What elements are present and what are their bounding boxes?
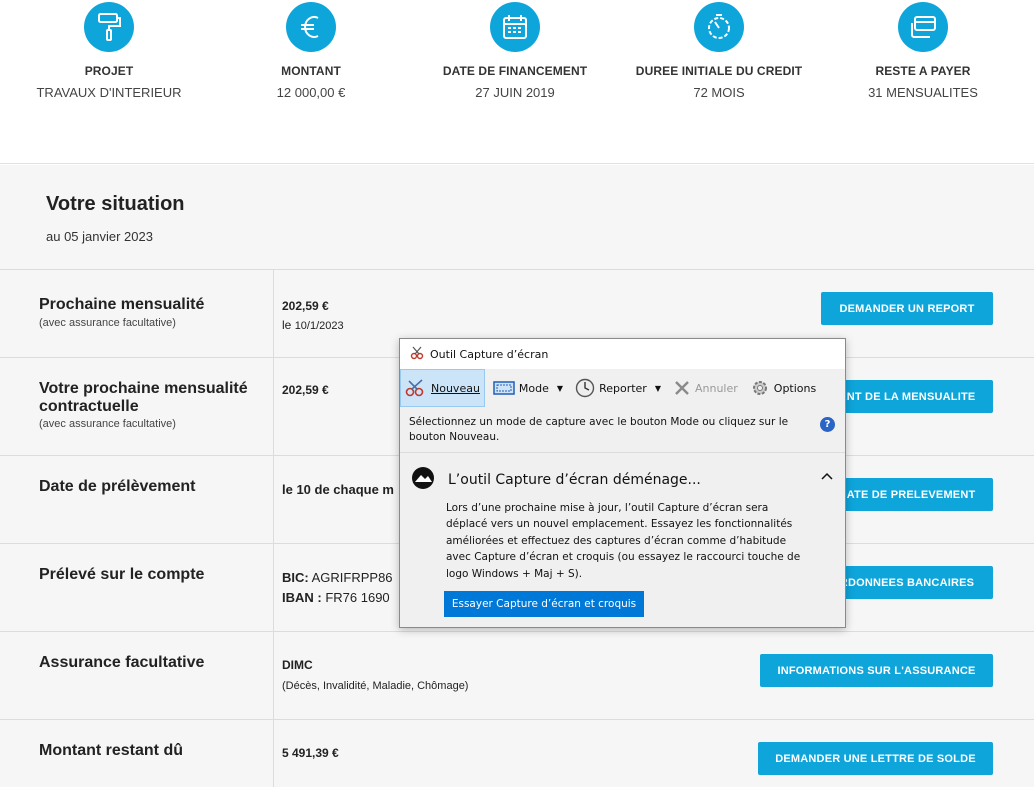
calendar-icon [490, 2, 540, 52]
window-title: Outil Capture d’écran [430, 347, 549, 361]
snip-sketch-icon [410, 465, 436, 495]
row-title: Prochaine mensualité [39, 296, 205, 313]
snipping-tool-window[interactable]: Outil Capture d’écran Nouveau Mode ▼ Rep… [399, 338, 846, 628]
new-snip-button[interactable]: Nouveau [400, 369, 485, 407]
snip-toolbar: Nouveau Mode ▼ Reporter ▼ Annuler Option… [400, 369, 845, 407]
summary-value: 72 MOIS [693, 85, 745, 100]
rectangle-mode-icon [493, 380, 515, 396]
close-icon [673, 379, 691, 397]
mode-dropdown[interactable]: Mode ▼ [489, 369, 567, 407]
summary-project: PROJET TRAVAUX D'INTERIEUR [4, 0, 214, 100]
date-prefix: le [282, 318, 292, 332]
insurance-detail: (Décès, Invalidité, Maladie, Chômage) [282, 680, 469, 692]
clock-icon [575, 378, 595, 398]
row-title: Montant restant dû [39, 742, 183, 759]
debit-date-value: le 10 de chaque m [282, 482, 394, 497]
loan-summary: PROJET TRAVAUX D'INTERIEUR MONTANT 12 00… [0, 0, 1034, 164]
request-balance-letter-button[interactable]: DEMANDER UNE LETTRE DE SOLDE [758, 742, 993, 775]
summary-amount: MONTANT 12 000,00 € [206, 0, 416, 100]
summary-label: RESTE A PAYER [875, 64, 971, 78]
scissors-icon [405, 378, 427, 398]
cards-icon [898, 2, 948, 52]
bic-label: BIC: [282, 570, 309, 585]
delay-dropdown[interactable]: Reporter ▼ [571, 369, 665, 407]
summary-value: 27 JUIN 2019 [475, 85, 555, 100]
moving-notice-title: L’outil Capture d’écran déménage... [448, 472, 701, 488]
options-label: Options [773, 381, 817, 395]
next-payment-amount: 202,59 € [282, 299, 329, 313]
row-title: Assurance facultative [39, 654, 205, 671]
moving-notice-header: L’outil Capture d’écran déménage... [410, 465, 701, 495]
stopwatch-icon [694, 2, 744, 52]
iban-label: IBAN : [282, 590, 322, 605]
summary-value: TRAVAUX D'INTERIEUR [36, 85, 182, 100]
summary-label: PROJET [84, 64, 134, 78]
situation-title: Votre situation [46, 193, 185, 215]
insurance-info-button[interactable]: INFORMATIONS SUR L'ASSURANCE [760, 654, 993, 687]
cancel-label: Annuler [694, 381, 738, 395]
change-debit-date-button[interactable]: DATE DE PRELEVEMENT [821, 478, 993, 511]
new-label: Nouveau [431, 381, 480, 395]
cancel-button[interactable]: Annuler [669, 369, 742, 407]
iban-line: IBAN : FR76 1690 [282, 590, 390, 605]
row-insurance: Assurance facultative DIMC (Décès, Inval… [0, 631, 1034, 719]
row-title: Prélevé sur le compte [39, 566, 205, 583]
row-title: Date de prélèvement [39, 478, 196, 495]
row-subtitle: (avec assurance facultative) [39, 418, 176, 430]
bic-value: AGRIFRPP86 [311, 570, 393, 585]
euro-icon [286, 2, 336, 52]
chevron-down-icon: ▼ [654, 383, 661, 393]
chevron-down-icon: ▼ [556, 383, 564, 393]
help-icon[interactable]: ? [820, 417, 835, 432]
summary-label: MONTANT [281, 64, 341, 78]
summary-label: DATE DE FINANCEMENT [442, 64, 588, 78]
mode-label: Mode [518, 381, 549, 395]
change-bank-details-button[interactable]: RDONNEES BANCAIRES [821, 566, 993, 599]
insurance-type: DIMC [282, 658, 313, 672]
row-label-cell [0, 632, 274, 719]
row-label-cell [0, 544, 274, 631]
bic-line: BIC: AGRIFRPP86 [282, 570, 393, 585]
summary-duration: DUREE INITIALE DU CREDIT 72 MOIS [614, 0, 824, 100]
summary-label: DUREE INITIALE DU CREDIT [635, 64, 803, 78]
gear-icon [750, 378, 770, 398]
row-label-cell [0, 456, 274, 543]
change-amount-button[interactable]: ANT DE LA MENSUALITE [821, 380, 993, 413]
summary-value: 31 MENSUALITES [868, 85, 978, 100]
row-title: Votre prochaine mensualité contractuelle [39, 380, 248, 415]
next-payment-date: le 10/1/2023 [282, 318, 344, 332]
summary-remaining: RESTE A PAYER 31 MENSUALITES [818, 0, 1028, 100]
iban-value: FR76 1690 [325, 590, 390, 605]
date-value: 10/1/2023 [294, 320, 344, 332]
remaining-amount: 5 491,39 € [282, 746, 339, 760]
snip-instructions: Sélectionnez un mode de capture avec le … [400, 407, 845, 453]
summary-value: 12 000,00 € [276, 85, 346, 100]
row-subtitle: (avec assurance facultative) [39, 317, 176, 329]
moving-notice-body: Lors d’une prochaine mise à jour, l’outi… [446, 502, 801, 580]
row-remaining: Montant restant dû 5 491,39 € DEMANDER U… [0, 719, 1034, 787]
paint-roller-icon [84, 2, 134, 52]
request-postponement-button[interactable]: DEMANDER UN REPORT [821, 292, 993, 325]
options-button[interactable]: Options [746, 369, 820, 407]
delay-label: Reporter [599, 381, 647, 395]
summary-financing-date: DATE DE FINANCEMENT 27 JUIN 2019 [410, 0, 620, 100]
window-titlebar[interactable]: Outil Capture d’écran [400, 339, 845, 369]
try-snip-sketch-button[interactable]: Essayer Capture d’écran et croquis [444, 591, 644, 617]
scissors-icon [410, 346, 424, 363]
situation-date: au 05 janvier 2023 [46, 229, 153, 244]
chevron-up-icon[interactable] [821, 469, 833, 483]
contractual-amount: 202,59 € [282, 383, 329, 397]
